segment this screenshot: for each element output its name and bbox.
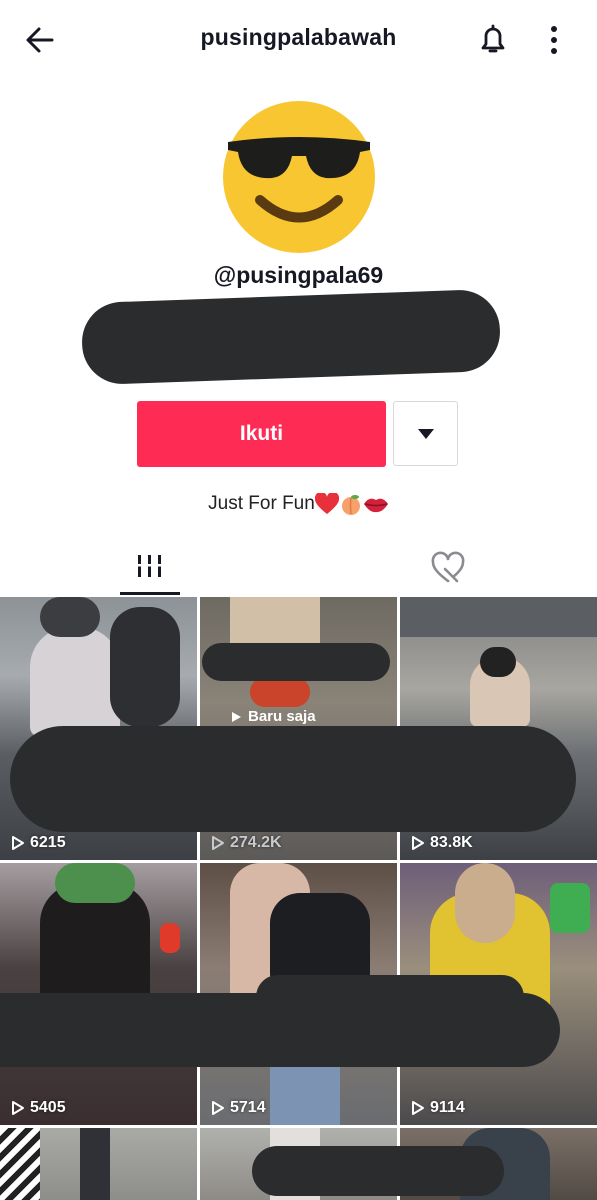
tab-videos[interactable] <box>120 540 180 595</box>
play-icon <box>232 711 241 722</box>
play-outline-icon <box>12 836 24 850</box>
play-outline-icon <box>212 836 224 850</box>
play-outline-icon <box>212 1101 224 1115</box>
avatar[interactable] <box>222 100 376 254</box>
view-count: 274.2K <box>210 834 282 852</box>
grid-icon <box>136 555 163 577</box>
heart-icon <box>314 491 339 514</box>
play-outline-icon <box>412 1101 424 1115</box>
redaction-bar <box>0 993 560 1067</box>
view-count: 6215 <box>10 834 66 852</box>
bio-text: Just For Fun <box>208 493 315 514</box>
redaction-bar <box>10 726 576 832</box>
redaction-bar <box>202 643 390 681</box>
profile-bio: Just For Fun <box>0 491 597 515</box>
play-outline-icon <box>12 1101 24 1115</box>
view-count: 5714 <box>210 1099 266 1117</box>
view-count: 83.8K <box>410 834 473 852</box>
follow-button[interactable]: Ikuti <box>137 401 386 467</box>
suggested-accounts-toggle[interactable] <box>393 401 458 466</box>
redaction-bar <box>252 1146 504 1196</box>
redaction-bar <box>80 288 502 386</box>
liked-hidden-icon[interactable] <box>428 548 468 588</box>
new-badge: Baru saja <box>230 708 316 725</box>
more-vertical-icon[interactable] <box>540 20 568 58</box>
view-count: 5405 <box>10 1099 66 1117</box>
active-tab-indicator <box>120 592 180 595</box>
view-count: 9114 <box>410 1099 465 1117</box>
caret-down-icon <box>417 428 434 439</box>
profile-handle: @pusingpala69 <box>213 262 384 288</box>
play-outline-icon <box>412 836 424 850</box>
peach-icon <box>341 495 360 515</box>
video-thumbnail[interactable] <box>0 1128 197 1200</box>
video-grid: 6215 Baru saja 274.2K 83.8K 5405 5714 91… <box>0 597 597 1200</box>
lips-icon <box>363 498 388 513</box>
top-bar: pusingpalabawah <box>0 0 597 80</box>
bell-icon[interactable] <box>474 20 512 58</box>
